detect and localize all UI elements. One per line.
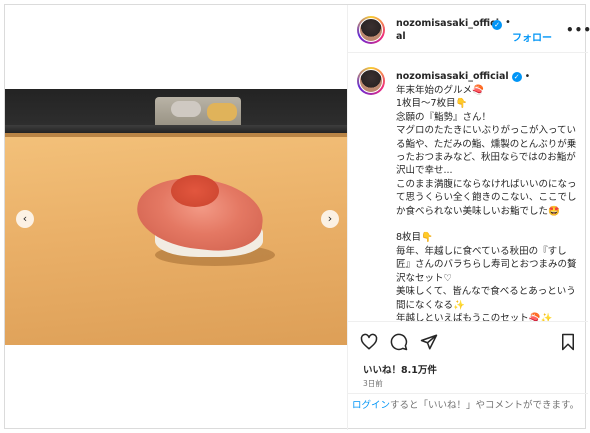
login-link[interactable]: ログイン: [352, 400, 390, 411]
caption-line: 美味しくて、皆んなで食べるとあっという間になくなる✨: [396, 286, 576, 311]
separator-dot: •: [524, 71, 531, 82]
avatar[interactable]: [357, 67, 385, 95]
header-username[interactable]: nozomisasaki_offici al: [396, 17, 506, 43]
photo-counter-edge: [5, 133, 347, 137]
caption-line: 年末年始のグルメ🍣: [396, 85, 484, 96]
post-header: nozomisasaki_offici al ✓ • フォロー •••: [348, 5, 590, 53]
like-count[interactable]: いいね！8.1万件: [363, 362, 437, 376]
divider: [348, 321, 588, 322]
more-options-icon[interactable]: •••: [566, 23, 590, 37]
caption-header: nozomisasaki_official ✓ •: [396, 71, 530, 82]
caption-line: 念願の『鮨勢』さん！: [396, 111, 492, 123]
caption-line: [396, 218, 578, 231]
login-prompt-text: すると「いいね！」やコメントができます。: [390, 400, 580, 411]
caption-line: 1枚目〜7枚目👇: [396, 98, 468, 110]
post-side-panel: nozomisasaki_offici al ✓ • フォロー ••• nozo…: [347, 5, 590, 430]
post-time[interactable]: 3日前: [363, 378, 383, 389]
verified-icon: ✓: [492, 20, 502, 30]
share-icon[interactable]: [420, 333, 438, 351]
caption-username[interactable]: nozomisasaki_official: [396, 71, 509, 82]
photo-back-sushi: [207, 103, 237, 121]
follow-button[interactable]: フォロー: [512, 29, 552, 44]
carousel-prev-button[interactable]: ‹: [16, 210, 34, 228]
caption-line: このまま満腹にならなければいいのになって思うくらい全く飽きのこない、ここでしか食…: [396, 178, 577, 217]
separator-dot: •: [505, 17, 511, 28]
caption-line: 8枚目👇: [396, 232, 433, 244]
caption-text: 年末年始のグルメ🍣 1枚目〜7枚目👇 念願の『鮨勢』さん！ マグロのたたきにいぶ…: [396, 84, 578, 321]
login-prompt: ログインすると「いいね！」やコメントができます。: [352, 399, 584, 412]
photo-back-sushi: [171, 101, 201, 117]
instagram-post: ‹ › nozomisasaki_offici al ✓ • フォロー ••• …: [4, 4, 590, 430]
comment-icon[interactable]: [390, 333, 408, 351]
verified-icon: ✓: [511, 71, 522, 82]
caption-line: マグロのたたきにいぶりがっこが入っている鮨や、ただみの鮨、燻製のとんぶりが乗った…: [396, 125, 577, 177]
heart-icon[interactable]: [360, 333, 378, 351]
photo-sushi-fold: [171, 175, 219, 207]
caption-line: 年越しといえばもうこのセット🍣✨: [396, 312, 553, 321]
avatar[interactable]: [357, 16, 385, 44]
bookmark-icon[interactable]: [559, 333, 577, 351]
caption-line: 毎年、年越しに食べている秋田の『すし匠』さんのバラちらし寿司とおつまみの贅沢なセ…: [396, 245, 577, 284]
carousel-next-button[interactable]: ›: [321, 210, 339, 228]
divider: [348, 393, 588, 394]
post-media[interactable]: ‹ ›: [5, 89, 347, 345]
caption-section: nozomisasaki_official ✓ • 年末年始のグルメ🍣 1枚目〜7枚…: [348, 53, 588, 321]
action-bar: [348, 327, 588, 357]
